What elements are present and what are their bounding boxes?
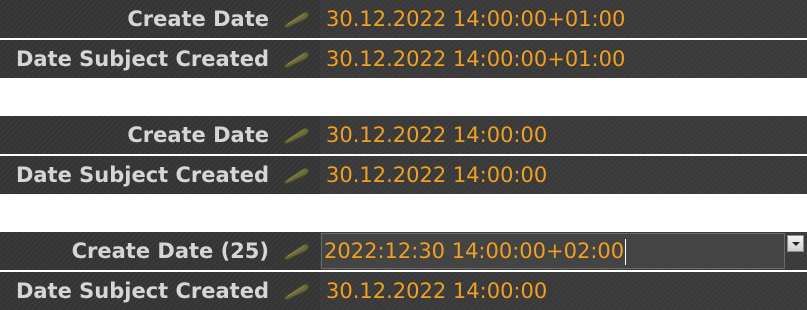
date-group-2: Create Date 30.12.2022 14:00:00 Date Sub… xyxy=(0,116,807,194)
property-label: Create Date xyxy=(127,7,269,31)
pencil-icon[interactable] xyxy=(282,50,310,68)
property-label-cell: Create Date xyxy=(0,0,320,38)
pencil-icon[interactable] xyxy=(282,126,310,144)
property-value[interactable]: 30.12.2022 14:00:00+01:00 xyxy=(326,40,625,78)
property-value-cell[interactable]: 30.12.2022 14:00:00 xyxy=(320,156,807,194)
property-value[interactable]: 30.12.2022 14:00:00 xyxy=(326,272,547,310)
property-row-date-subject-created: Date Subject Created 30.12.2022 14:00:00 xyxy=(0,156,807,194)
property-value[interactable]: 30.12.2022 14:00:00+01:00 xyxy=(326,0,625,38)
property-label: Create Date xyxy=(127,123,269,147)
pencil-icon[interactable] xyxy=(282,166,310,184)
property-row-date-subject-created: Date Subject Created 30.12.2022 14:00:00… xyxy=(0,40,807,78)
property-value-cell[interactable]: 30.12.2022 14:00:00 xyxy=(320,116,807,154)
property-label: Date Subject Created xyxy=(15,279,269,303)
property-label-cell: Date Subject Created xyxy=(0,272,320,310)
date-group-3: Create Date (25) 2022:12:30 14:00:00+02:… xyxy=(0,232,807,310)
property-label: Date Subject Created xyxy=(15,47,269,71)
pencil-icon[interactable] xyxy=(282,242,310,260)
property-row-create-date: Create Date 30.12.2022 14:00:00+01:00 xyxy=(0,0,807,38)
property-label-cell: Date Subject Created xyxy=(0,156,320,194)
property-value[interactable]: 30.12.2022 14:00:00 xyxy=(326,156,547,194)
property-value-cell[interactable]: 30.12.2022 14:00:00 xyxy=(320,272,807,310)
pencil-icon[interactable] xyxy=(282,282,310,300)
property-value-cell[interactable]: 30.12.2022 14:00:00+01:00 xyxy=(320,0,807,38)
property-label-cell: Create Date (25) xyxy=(0,232,320,270)
property-label-cell: Date Subject Created xyxy=(0,40,320,78)
property-label: Date Subject Created xyxy=(15,163,269,187)
date-edit-field[interactable]: 2022:12:30 14:00:00+02:00 xyxy=(321,233,785,269)
property-row-create-date: Create Date 30.12.2022 14:00:00 xyxy=(0,116,807,154)
property-label-cell: Create Date xyxy=(0,116,320,154)
date-group-1: Create Date 30.12.2022 14:00:00+01:00 Da… xyxy=(0,0,807,78)
chevron-down-icon xyxy=(792,242,800,246)
property-value[interactable]: 30.12.2022 14:00:00 xyxy=(326,116,547,154)
property-row-date-subject-created: Date Subject Created 30.12.2022 14:00:00 xyxy=(0,272,807,310)
property-row-create-date-editing: Create Date (25) 2022:12:30 14:00:00+02:… xyxy=(0,232,807,270)
property-value-cell[interactable]: 30.12.2022 14:00:00+01:00 xyxy=(320,40,807,78)
dropdown-button[interactable] xyxy=(787,235,804,252)
date-edit-value[interactable]: 2022:12:30 14:00:00+02:00 xyxy=(324,234,627,268)
pencil-icon[interactable] xyxy=(282,10,310,28)
property-label: Create Date (25) xyxy=(71,239,269,263)
date-edit-text[interactable]: 2022:12:30 14:00:00+02:00 xyxy=(324,239,624,263)
text-caret xyxy=(625,239,627,265)
